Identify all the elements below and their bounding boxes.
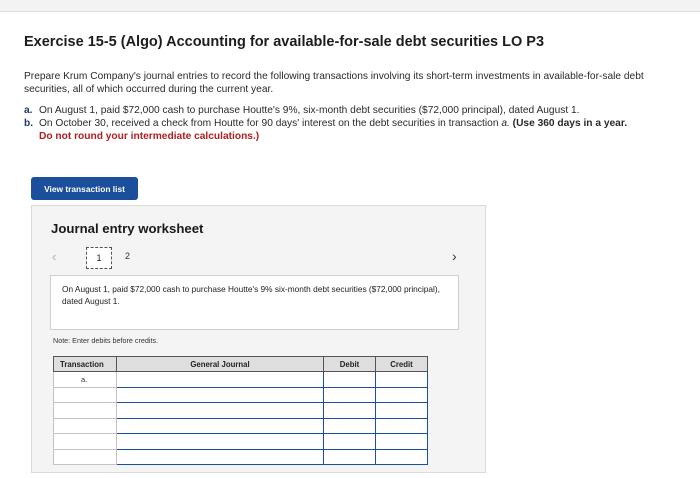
debit-field[interactable] <box>323 402 376 419</box>
item-text: On August 1, paid $72,000 cash to purcha… <box>39 105 580 116</box>
item-text: On October 30, received a check from Hou… <box>39 118 502 129</box>
table-row <box>53 402 428 419</box>
debit-field[interactable] <box>323 386 376 403</box>
transaction-cell: a. <box>53 371 117 388</box>
view-transaction-list-button[interactable]: View transaction list <box>31 177 138 200</box>
exercise-title: Exercise 15-5 (Algo) Accounting for avai… <box>24 34 545 50</box>
credit-field[interactable] <box>375 371 428 388</box>
general-journal-field[interactable] <box>116 417 324 434</box>
debit-field[interactable] <box>323 371 376 388</box>
table-row <box>53 417 428 434</box>
transaction-item-b-cont: Do not round your intermediate calculati… <box>24 130 684 143</box>
general-journal-field[interactable] <box>116 433 324 450</box>
transaction-cell <box>53 417 117 434</box>
item-emphasis: a. <box>501 118 510 129</box>
credit-field[interactable] <box>375 448 428 465</box>
table-row: a. <box>53 371 428 388</box>
header-general-journal: General Journal <box>116 356 324 372</box>
debit-field[interactable] <box>323 448 376 465</box>
credit-field[interactable] <box>375 433 428 450</box>
transaction-description: On August 1, paid $72,000 cash to purcha… <box>50 275 459 330</box>
page-2-tab[interactable]: 2 <box>125 251 130 261</box>
exercise-intro: Prepare Krum Company's journal entries t… <box>24 71 644 95</box>
chevron-left-icon[interactable]: ‹ <box>52 249 56 264</box>
credit-field[interactable] <box>375 386 428 403</box>
general-journal-field[interactable] <box>116 386 324 403</box>
transaction-cell <box>53 402 117 419</box>
transaction-cell <box>53 433 117 450</box>
page-1-tab[interactable]: 1 <box>86 247 112 269</box>
credit-field[interactable] <box>375 417 428 434</box>
header-transaction: Transaction <box>53 356 117 372</box>
general-journal-field[interactable] <box>116 402 324 419</box>
header-credit: Credit <box>375 356 428 372</box>
note-text: Note: Enter debits before credits. <box>53 336 159 345</box>
table-row <box>53 448 428 465</box>
credit-field[interactable] <box>375 402 428 419</box>
item-marker: b. <box>24 118 34 129</box>
table-row <box>53 433 428 450</box>
general-journal-field[interactable] <box>116 448 324 465</box>
table-row <box>53 386 428 403</box>
top-bar <box>0 0 700 12</box>
item-marker: a. <box>24 105 33 116</box>
transaction-cell <box>53 386 117 403</box>
worksheet-title: Journal entry worksheet <box>51 221 204 236</box>
item-instruction: (Use 360 days in a year. <box>512 118 628 129</box>
header-debit: Debit <box>323 356 376 372</box>
debit-field[interactable] <box>323 417 376 434</box>
debit-field[interactable] <box>323 433 376 450</box>
item-instruction-2: Do not round your intermediate calculati… <box>39 131 260 142</box>
chevron-right-icon[interactable]: › <box>452 248 457 264</box>
journal-table: Transaction General Journal Debit Credit… <box>53 356 428 465</box>
transaction-item-a: a. On August 1, paid $72,000 cash to pur… <box>24 104 684 117</box>
transaction-item-b: b. On October 30, received a check from … <box>24 117 684 130</box>
general-journal-field[interactable] <box>116 371 324 388</box>
journal-entry-worksheet: Journal entry worksheet ‹ 1 2 › On Augus… <box>31 205 486 473</box>
table-header-row: Transaction General Journal Debit Credit <box>53 356 428 372</box>
transaction-cell <box>53 448 117 465</box>
transaction-list: a. On August 1, paid $72,000 cash to pur… <box>24 104 684 143</box>
